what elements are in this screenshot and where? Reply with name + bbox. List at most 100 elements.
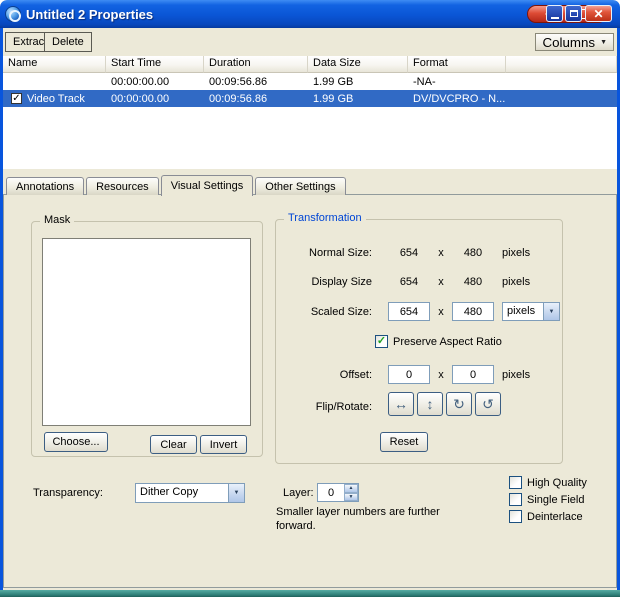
columns-button-label: Columns — [542, 35, 595, 50]
quicktime-icon — [5, 6, 21, 22]
tab-annotations-label: Annotations — [16, 181, 74, 193]
row-duration: 00:09:56.86 — [204, 93, 308, 105]
scaled-size-row: Scaled Size: x pixels ▼ — [282, 302, 558, 321]
invert-button[interactable]: Invert — [200, 435, 247, 454]
track-enabled-checkbox[interactable]: ✓ — [11, 93, 22, 104]
rotate-counterclockwise-icon: ↺ — [482, 396, 494, 413]
checkbox-box — [509, 510, 522, 523]
deinterlace-checkbox[interactable]: Deinterlace — [509, 510, 583, 523]
display-size-height: 480 — [452, 276, 494, 288]
chevron-down-icon: ▼ — [600, 39, 607, 46]
layer-stepper[interactable]: 0 ▲ ▼ — [317, 483, 359, 502]
column-header-name[interactable]: Name — [3, 56, 106, 73]
titlebar[interactable]: Untitled 2 Properties ✕ — [0, 0, 620, 28]
transformation-group: Transformation Normal Size: 654 x 480 pi… — [275, 219, 563, 464]
rotate-clockwise-button[interactable]: ↻ — [446, 392, 472, 416]
delete-button[interactable]: Delete — [44, 32, 92, 52]
display-size-x: x — [430, 276, 452, 288]
offset-y-input[interactable] — [452, 365, 494, 384]
tab-other-settings[interactable]: Other Settings — [255, 177, 345, 195]
transparency-label: Transparency: — [33, 487, 103, 499]
column-header-empty[interactable] — [506, 56, 617, 73]
display-size-label: Display Size — [282, 276, 372, 288]
clear-button-label: Clear — [160, 439, 186, 451]
minimize-button[interactable] — [546, 5, 563, 22]
scaled-width-input[interactable] — [388, 302, 430, 321]
rotate-counterclockwise-button[interactable]: ↺ — [475, 392, 501, 416]
clear-button[interactable]: Clear — [150, 435, 197, 454]
checkbox-box — [509, 493, 522, 506]
rotate-clockwise-icon: ↻ — [453, 396, 465, 413]
reset-button[interactable]: Reset — [380, 432, 428, 452]
tab-visual-settings-label: Visual Settings — [171, 180, 244, 192]
layer-label: Layer: — [283, 487, 314, 499]
scaled-size-label: Scaled Size: — [282, 306, 372, 318]
spin-down-icon[interactable]: ▼ — [344, 493, 358, 502]
mask-preview — [42, 238, 251, 426]
display-size-units: pixels — [502, 276, 530, 288]
scaled-height-input[interactable] — [452, 302, 494, 321]
tab-annotations[interactable]: Annotations — [6, 177, 84, 195]
row-start-time: 00:00:00.00 — [106, 76, 204, 88]
delete-button-label: Delete — [52, 36, 84, 48]
tab-visual-settings[interactable]: Visual Settings — [161, 175, 254, 196]
offset-row: Offset: x pixels — [282, 365, 558, 384]
window-border-left — [0, 28, 3, 590]
choose-button[interactable]: Choose... — [44, 432, 108, 452]
high-quality-label: High Quality — [527, 477, 587, 489]
offset-label: Offset: — [282, 369, 372, 381]
chevron-down-icon[interactable]: ▼ — [228, 484, 244, 502]
deinterlace-label: Deinterlace — [527, 511, 583, 523]
column-header-format[interactable]: Format — [408, 56, 506, 73]
display-size-width: 654 — [388, 276, 430, 288]
flip-vertical-button[interactable]: ↕ — [417, 392, 443, 416]
row-duration: 00:09:56.86 — [204, 76, 308, 88]
tab-other-settings-label: Other Settings — [265, 181, 335, 193]
check-icon: ✓ — [377, 336, 386, 347]
reset-button-label: Reset — [390, 436, 419, 448]
table-row[interactable]: 00:00:00.00 00:09:56.86 1.99 GB -NA- — [3, 73, 617, 90]
single-field-label: Single Field — [527, 494, 584, 506]
transparency-dropdown[interactable]: Dither Copy ▼ — [135, 483, 245, 503]
spin-up-icon[interactable]: ▲ — [344, 484, 358, 493]
checkbox-box — [509, 476, 522, 489]
single-field-checkbox[interactable]: Single Field — [509, 493, 584, 506]
normal-size-x: x — [430, 247, 452, 259]
choose-button-label: Choose... — [52, 436, 99, 448]
window-title: Untitled 2 Properties — [26, 7, 153, 22]
flip-horizontal-button[interactable]: ↔ — [388, 392, 414, 416]
table-row[interactable]: ✓ Video Track 00:00:00.00 00:09:56.86 1.… — [3, 90, 617, 107]
columns-button[interactable]: Columns ▼ — [535, 33, 614, 51]
row-start-time: 00:00:00.00 — [106, 93, 204, 105]
close-button[interactable]: ✕ — [585, 5, 612, 22]
offset-x-separator: x — [430, 369, 452, 381]
mask-group-title: Mask — [40, 214, 74, 226]
check-icon: ✓ — [12, 94, 20, 104]
scaled-size-x: x — [430, 306, 452, 318]
maximize-button[interactable] — [565, 5, 582, 22]
row-data-size: 1.99 GB — [308, 93, 408, 105]
chevron-down-icon[interactable]: ▼ — [543, 303, 559, 320]
tab-resources[interactable]: Resources — [86, 177, 159, 195]
normal-size-row: Normal Size: 654 x 480 pixels — [282, 247, 558, 259]
high-quality-checkbox[interactable]: High Quality — [509, 476, 587, 489]
flip-rotate-label: Flip/Rotate: — [282, 395, 372, 413]
window-border-bottom — [0, 590, 620, 597]
row-name: ✓ Video Track — [3, 93, 106, 105]
scaled-units-dropdown[interactable]: pixels ▼ — [502, 302, 560, 321]
column-header-duration[interactable]: Duration — [204, 56, 308, 73]
tab-resources-label: Resources — [96, 181, 149, 193]
preserve-aspect-checkbox[interactable]: ✓ Preserve Aspect Ratio — [375, 335, 502, 348]
invert-button-label: Invert — [210, 439, 238, 451]
minimize-icon — [551, 17, 559, 19]
column-header-start-time[interactable]: Start Time — [106, 56, 204, 73]
display-size-row: Display Size 654 x 480 pixels — [282, 276, 558, 288]
normal-size-label: Normal Size: — [282, 247, 372, 259]
track-list: Name Start Time Duration Data Size Forma… — [3, 56, 617, 169]
transparency-value: Dither Copy — [136, 484, 228, 502]
layer-stepper-buttons: ▲ ▼ — [344, 484, 358, 501]
column-header-data-size[interactable]: Data Size — [308, 56, 408, 73]
tab-strip: Annotations Resources Visual Settings Ot… — [6, 174, 348, 195]
offset-x-input[interactable] — [388, 365, 430, 384]
properties-window: Untitled 2 Properties ✕ Extract Delete C… — [0, 0, 620, 597]
